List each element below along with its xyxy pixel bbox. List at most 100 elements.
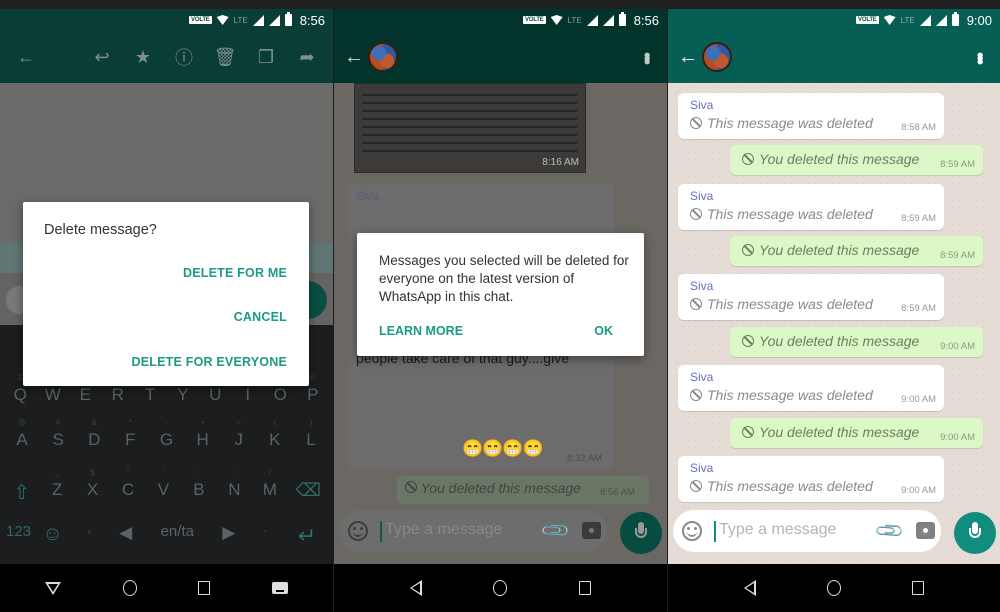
received-message[interactable]: Siva This message was deleted 8:59 AM — [678, 274, 944, 320]
nav-home-icon[interactable] — [122, 580, 137, 596]
right-arrow-key-icon[interactable]: ▶ — [214, 523, 244, 549]
received-message[interactable]: Siva This message was deleted 9:00 AM — [678, 456, 944, 502]
key-p[interactable]: 0P — [298, 373, 328, 405]
volte-badge: VOLTE — [523, 16, 546, 24]
key-r[interactable]: 4R — [103, 373, 133, 405]
emoji-icon[interactable] — [682, 521, 702, 541]
ok-button[interactable]: OK — [594, 324, 613, 338]
key-h[interactable]: + H — [188, 418, 218, 450]
received-message[interactable]: Siva This message was deleted 8:59 AM — [678, 184, 944, 230]
nav-back-icon[interactable] — [743, 580, 756, 596]
image-message[interactable]: 8:16 AM — [354, 83, 586, 173]
keyboard-row-3: ⇧ _ Z $ X " C ' V: B; N / M ⌫ — [0, 468, 333, 505]
screenshot-comparison: VOLTE LTE 8:56 ← ↩ ★ ⓘ 🗑 ❐ ➦ 1Q2W3E4R5T6… — [0, 0, 1000, 612]
key-z[interactable]: _ Z — [42, 468, 72, 505]
nav-back-icon[interactable] — [409, 580, 422, 596]
key-g[interactable]: -G — [151, 418, 181, 450]
key-m[interactable]: / M — [255, 468, 285, 505]
key-n[interactable]: ; N — [219, 468, 249, 505]
message-time: 8:59 AM — [940, 159, 975, 170]
nav-recents-icon[interactable] — [198, 581, 211, 595]
cancel-button[interactable]: CANCEL — [234, 310, 287, 324]
key-d[interactable]: & D — [79, 418, 109, 450]
key-b[interactable]: :B — [184, 468, 214, 505]
message-input[interactable]: Type a message — [385, 521, 502, 539]
delete-for-everyone-button[interactable]: DELETE FOR EVERYONE — [132, 355, 287, 369]
key-s[interactable]: # S — [43, 418, 73, 450]
key-v[interactable]: ' V — [148, 468, 178, 505]
copy-icon[interactable]: ❐ — [254, 47, 278, 68]
nav-home-icon[interactable] — [826, 580, 841, 596]
key-f[interactable]: * F — [115, 418, 145, 450]
back-arrow-icon[interactable]: ← — [678, 46, 698, 69]
more-options-icon[interactable]: ••• — [636, 52, 657, 62]
enter-key-icon[interactable]: ↵ — [287, 523, 327, 549]
reply-icon[interactable]: ↩ — [90, 47, 114, 68]
key-u[interactable]: 7U — [200, 373, 230, 405]
backspace-key-icon[interactable]: ⌫ — [290, 480, 326, 505]
battery-icon — [618, 12, 626, 26]
sent-message[interactable]: You deleted this message 8:59 AM — [730, 145, 983, 175]
sent-message[interactable]: You deleted this message 9:00 AM — [730, 418, 983, 448]
chat-header: ← ••• — [334, 31, 667, 83]
nav-back-icon[interactable] — [44, 581, 61, 595]
info-icon[interactable]: ⓘ — [172, 44, 196, 70]
key-a[interactable]: @ A — [7, 418, 37, 450]
delete-for-me-button[interactable]: DELETE FOR ME — [183, 266, 287, 280]
camera-icon[interactable] — [582, 522, 601, 539]
message-time: 8:16 AM — [542, 157, 579, 168]
navigation-bar — [0, 564, 333, 612]
comma-key[interactable]: , — [74, 523, 104, 549]
key-hint: _ — [54, 468, 60, 477]
key-hint: - — [165, 418, 168, 427]
key-e[interactable]: 3E — [70, 373, 100, 405]
received-message[interactable]: Siva This message was deleted 8:58 AM — [678, 93, 944, 139]
key-y[interactable]: 6Y — [168, 373, 198, 405]
message-input-bar: Type a message 📎 — [339, 510, 607, 552]
mic-button[interactable] — [620, 512, 662, 554]
more-options-icon[interactable]: ••• — [969, 52, 990, 62]
learn-more-button[interactable]: LEARN MORE — [379, 324, 463, 338]
keyboard-switch-icon[interactable] — [272, 582, 289, 594]
key-t[interactable]: 5T — [135, 373, 165, 405]
emoji-key-icon[interactable]: ☺ — [38, 523, 68, 549]
numbers-key[interactable]: 123 — [6, 523, 31, 549]
key-c[interactable]: " C — [113, 468, 143, 505]
attach-icon[interactable]: 📎 — [873, 514, 907, 548]
forward-icon[interactable]: ➦ — [295, 47, 319, 68]
period-key[interactable]: . — [250, 523, 280, 549]
nav-recents-icon[interactable] — [912, 581, 925, 595]
star-icon[interactable]: ★ — [131, 47, 155, 68]
message-input[interactable]: Type a message — [719, 521, 836, 539]
key-q[interactable]: 1Q — [5, 373, 35, 405]
key-x[interactable]: $ X — [78, 468, 108, 505]
key-hint: = — [236, 418, 242, 427]
space-key[interactable]: en/ta — [147, 523, 207, 549]
shift-key-icon[interactable]: ⇧ — [7, 480, 37, 505]
left-arrow-key-icon[interactable]: ◀ — [111, 523, 141, 549]
deleted-message-text: This message was deleted — [690, 387, 873, 403]
delete-icon[interactable]: 🗑 — [213, 47, 237, 68]
camera-icon[interactable] — [916, 522, 935, 539]
signal-icon — [586, 14, 598, 26]
nav-home-icon[interactable] — [493, 580, 508, 596]
sent-message[interactable]: You deleted this message 8:59 AM — [730, 236, 983, 266]
key-label: I — [245, 385, 251, 404]
deleted-message-text: You deleted this message — [742, 424, 919, 440]
key-j[interactable]: = J — [224, 418, 254, 450]
mic-button[interactable] — [954, 512, 996, 554]
back-arrow-icon[interactable]: ← — [344, 46, 364, 69]
sent-message[interactable]: You deleted this message 9:00 AM — [730, 327, 983, 357]
key-o[interactable]: 9O — [265, 373, 295, 405]
emoji-icon[interactable] — [348, 521, 368, 541]
back-arrow-icon[interactable]: ← — [14, 47, 38, 68]
received-message[interactable]: Siva This message was deleted 9:00 AM — [678, 365, 944, 411]
contact-avatar[interactable] — [702, 42, 732, 72]
key-w[interactable]: 2W — [38, 373, 68, 405]
nav-recents-icon[interactable] — [579, 581, 592, 595]
contact-avatar[interactable] — [368, 42, 398, 72]
key-k[interactable]: (K — [260, 418, 290, 450]
attach-icon[interactable]: 📎 — [539, 514, 573, 548]
key-i[interactable]: 8I — [233, 373, 263, 405]
key-l[interactable]: ) L — [296, 418, 326, 450]
